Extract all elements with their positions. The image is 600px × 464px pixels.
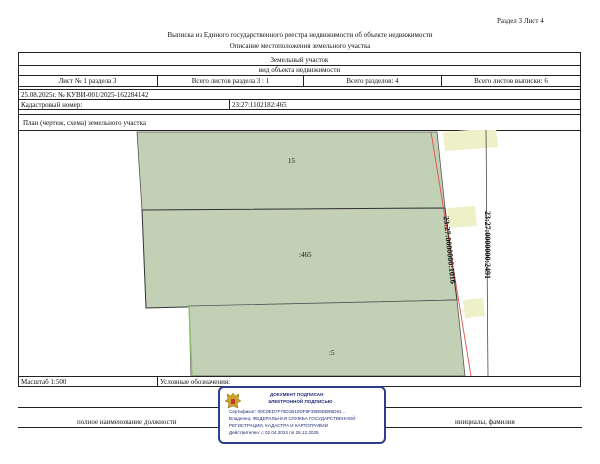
parcel-bottom [188, 299, 466, 376]
signature-name-label: инициалы, фамилия [455, 418, 515, 426]
object-kind-label: вид объекта недвижимости [258, 66, 341, 74]
total-sheets-extract: Всего листов выписки: 6 [474, 77, 548, 85]
legend-label: Условные обозначения: [160, 378, 231, 386]
parcel-label-465: :465 [299, 251, 312, 259]
document-subtitle: Описание местоположения земельного участ… [229, 42, 371, 50]
stamp-line-2: ЭЛЕКТРОННОЙ ПОДПИСЬЮ [268, 399, 333, 404]
stamp-line-4: Владелец: ФЕДЕРАЛЬНАЯ СЛУЖБА ГОСУДАРСТВЕ… [229, 416, 356, 421]
stamp-line-3: Сертификат: 00C0ED7F75D1B10DF8F35B9DB96D… [229, 409, 347, 414]
land-plot-plan: 15 :465 :5 23:27:0000000:1016 23:27:0000… [19, 130, 581, 376]
total-sections: Всего разделов: 4 [346, 77, 399, 85]
road-strip-patch-bottom [463, 298, 485, 318]
extract-date-number: 25.08.2025г. № КУВИ-001/2025-162284142 [21, 91, 149, 99]
parcel-label-bottom: :5 [329, 349, 335, 357]
object-type: Земельный участок [270, 56, 329, 64]
scale-label: Масштаб 1:500 [21, 378, 67, 386]
road-strip-patch-top [443, 130, 498, 151]
document-title: Выписка из Единого государственного реес… [167, 31, 433, 39]
road-label-2491: 23:27:0000000:2491 [483, 211, 492, 279]
position-label: полное наименование должности [77, 418, 177, 426]
electronic-signature-stamp: ДОКУМЕНТ ПОДПИСАН ЭЛЕКТРОННОЙ ПОДПИСЬЮ С… [218, 386, 386, 444]
sheet-of-section: Лист № 1 раздела 3 [58, 77, 117, 85]
stamp-line-5: РЕГИСТРАЦИИ, КАДАСТРА И КАРТОГРАФИИ [229, 423, 328, 428]
parcel-top [136, 131, 446, 211]
cadastral-label: Кадастровый номер: [21, 101, 83, 109]
stamp-line-6: Действителен: с 02.04.2024 по 26.12.2025 [229, 430, 319, 435]
cadastral-number: 23:27:1102182:465 [232, 101, 287, 109]
stamp-line-1: ДОКУМЕНТ ПОДПИСАН [270, 392, 324, 397]
parcel-label-top: 15 [288, 157, 295, 165]
plan-title: План (чертеж, схема) земельного участка [23, 119, 147, 127]
section-sheet-label: Раздел 3 Лист 4 [497, 17, 544, 25]
road-strip-patch-mid [447, 206, 477, 228]
total-sheets-section: Всего листов раздела 3 : 1 [191, 77, 270, 85]
